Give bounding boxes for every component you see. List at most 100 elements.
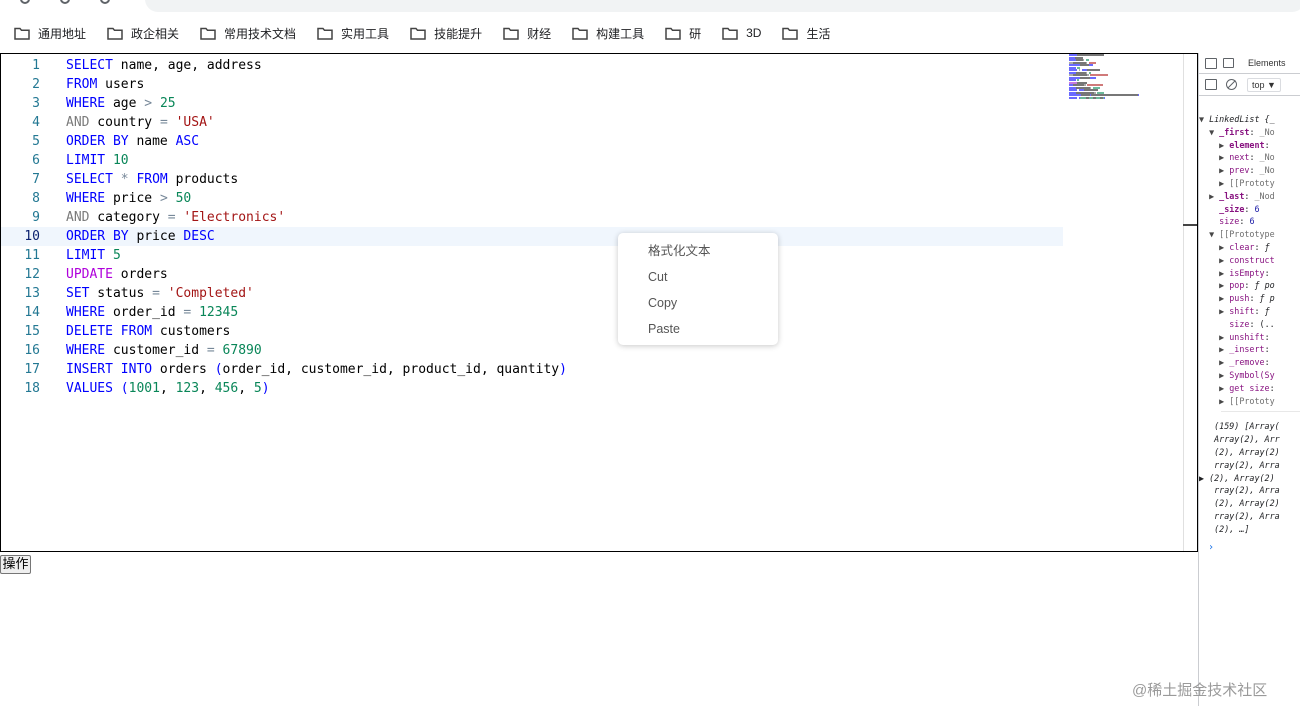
console-token: _last: [1219, 190, 1245, 201]
bookmark-item[interactable]: 3D: [722, 26, 761, 40]
code-line[interactable]: 1 SELECT name, age, address: [1, 56, 1063, 75]
code-line[interactable]: 17 INSERT INTO orders (order_id, customer…: [1, 360, 1063, 379]
device-toolbar-icon[interactable]: [1223, 58, 1234, 68]
context-selector[interactable]: top ▼: [1247, 77, 1281, 92]
code-token: WHERE: [66, 96, 106, 111]
sidebar-toggle-icon[interactable]: [1205, 79, 1217, 90]
context-menu-item[interactable]: 格式化文本: [618, 238, 778, 264]
bookmark-item[interactable]: 通用地址: [14, 25, 86, 42]
context-menu-item[interactable]: Cut: [618, 264, 778, 290]
bookmark-item[interactable]: 实用工具: [317, 25, 389, 42]
inspect-element-icon[interactable]: [1205, 57, 1217, 69]
console-tree-row[interactable]: ▶ [[Prototy: [1199, 395, 1300, 408]
console-array-row[interactable]: (2), Array(2): [1199, 446, 1300, 459]
operate-button[interactable]: 操作: [0, 555, 31, 574]
editor-scrollbar[interactable]: [1183, 54, 1184, 551]
console-tree-row[interactable]: ▶ get size:: [1199, 382, 1300, 395]
line-number: 13: [24, 286, 40, 301]
console-array-row[interactable]: rray(2), Arra: [1199, 484, 1300, 497]
code-line[interactable]: 2 FROM users: [1, 75, 1063, 94]
console-array-row[interactable]: (159) [Array(: [1199, 420, 1300, 433]
console-tree-row[interactable]: ▼ _first: _No: [1199, 126, 1300, 139]
address-bar[interactable]: [145, 0, 1300, 12]
code-token: SET: [66, 286, 90, 301]
console-tree-row[interactable]: ▶ _remove:: [1199, 356, 1300, 369]
line-text: FROM users: [40, 75, 144, 94]
console-tree-row[interactable]: ▶ [[Prototy: [1199, 177, 1300, 190]
console-array-row[interactable]: rray(2), Arra: [1199, 459, 1300, 472]
minimap[interactable]: [1069, 54, 1140, 99]
console-tree-row[interactable]: ▶ element:: [1199, 139, 1300, 152]
code-line[interactable]: 3 WHERE age > 25: [1, 94, 1063, 113]
console-array-row[interactable]: ▶ (2), Array(2): [1199, 472, 1300, 485]
code-token: 67890: [222, 343, 262, 358]
console-token: _No: [1259, 152, 1275, 163]
code-line[interactable]: 18 VALUES (1001, 123, 456, 5): [1, 379, 1063, 398]
bookmark-item[interactable]: 政企相关: [107, 25, 179, 42]
console-tree-row[interactable]: size: (..: [1199, 318, 1300, 331]
bookmark-item[interactable]: 生活: [782, 25, 830, 42]
code-line[interactable]: 14 WHERE order_id = 12345: [1, 303, 1063, 322]
console-tree-row[interactable]: ▶ prev: _No: [1199, 164, 1300, 177]
console-array-row[interactable]: (2), Array(2): [1199, 497, 1300, 510]
code-line[interactable]: 7 SELECT * FROM products: [1, 170, 1063, 189]
console-array-row[interactable]: Array(2), Arr: [1199, 433, 1300, 446]
console-token: ▼: [1199, 126, 1220, 137]
minimap-segment: [1088, 64, 1093, 66]
code-line[interactable]: 6 LIMIT 10: [1, 151, 1063, 170]
bookmark-item[interactable]: 财经: [503, 25, 551, 42]
code-line[interactable]: 4 AND country = 'USA': [1, 113, 1063, 132]
console-token: [[Prototy: [1229, 177, 1275, 188]
code-line[interactable]: 5 ORDER BY name ASC: [1, 132, 1063, 151]
bookmark-item[interactable]: 构建工具: [572, 25, 644, 42]
console-tree-row[interactable]: ▶ _last: _Nod: [1199, 190, 1300, 203]
code-editor[interactable]: 1 SELECT name, age, address 2 FROM users 3 WH…: [0, 53, 1198, 552]
code-lines[interactable]: 1 SELECT name, age, address 2 FROM users 3 WH…: [1, 56, 1063, 398]
context-menu-item[interactable]: Copy: [618, 290, 778, 316]
console-tree-row[interactable]: ▶ construct: [1199, 254, 1300, 267]
console-tree-row[interactable]: ▶ next: _No: [1199, 151, 1300, 164]
code-line[interactable]: 13 SET status = 'Completed': [1, 284, 1063, 303]
code-line[interactable]: 15 DELETE FROM customers: [1, 322, 1063, 341]
bookmark-item[interactable]: 技能提升: [410, 25, 482, 42]
clear-console-icon[interactable]: [1226, 79, 1237, 90]
console-tree-row[interactable]: ▶ unshift:: [1199, 331, 1300, 344]
code-line[interactable]: 11 LIMIT 5: [1, 246, 1063, 265]
console-tree-row[interactable]: ▶ _insert:: [1199, 343, 1300, 356]
console-array-row[interactable]: (2), …]: [1199, 523, 1300, 536]
console-tree-row[interactable]: ▶ pop: ƒ po: [1199, 279, 1300, 292]
code-line[interactable]: 9 AND category = 'Electronics': [1, 208, 1063, 227]
back-icon[interactable]: [20, 0, 30, 4]
context-menu-item[interactable]: Paste: [618, 316, 778, 342]
bookmark-item[interactable]: 常用技术文档: [200, 25, 296, 42]
code-token: SELECT: [66, 58, 113, 73]
line-text: WHERE age > 25: [40, 94, 176, 113]
console-tree-row[interactable]: ▼ [[Prototype: [1199, 228, 1300, 241]
console-tree-row[interactable]: ▶ clear: ƒ: [1199, 241, 1300, 254]
console-array-row[interactable]: rray(2), Arra: [1199, 510, 1300, 523]
reload-icon[interactable]: [100, 0, 110, 4]
console-prompt[interactable]: ›: [1199, 542, 1300, 555]
code-token: WHERE: [66, 191, 106, 206]
code-line[interactable]: 16 WHERE customer_id = 67890: [1, 341, 1063, 360]
code-token: LIMIT: [66, 248, 106, 263]
console-tree-row[interactable]: size: 6: [1199, 215, 1300, 228]
tab-elements[interactable]: Elements: [1248, 58, 1286, 68]
code-token: 12345: [199, 305, 239, 320]
console-tree-row[interactable]: _size: 6: [1199, 203, 1300, 216]
console-token: next: [1229, 152, 1250, 163]
console-tree-row[interactable]: ▶ isEmpty:: [1199, 267, 1300, 280]
code-line[interactable]: 10 ORDER BY price DESC: [1, 227, 1063, 246]
console-tree-row[interactable]: ▶ Symbol(Sy: [1199, 369, 1300, 382]
console-tree-row[interactable]: ▶ push: ƒ p: [1199, 292, 1300, 305]
code-line[interactable]: 8 WHERE price > 50: [1, 189, 1063, 208]
folder-icon: [107, 27, 123, 40]
code-line[interactable]: 12 UPDATE orders: [1, 265, 1063, 284]
bookmark-item[interactable]: 研: [665, 25, 701, 42]
console-tree-row[interactable]: ▶ shift: ƒ: [1199, 305, 1300, 318]
forward-icon[interactable]: [60, 0, 70, 4]
console-tree-row[interactable]: ▼ LinkedList {_: [1199, 113, 1300, 126]
